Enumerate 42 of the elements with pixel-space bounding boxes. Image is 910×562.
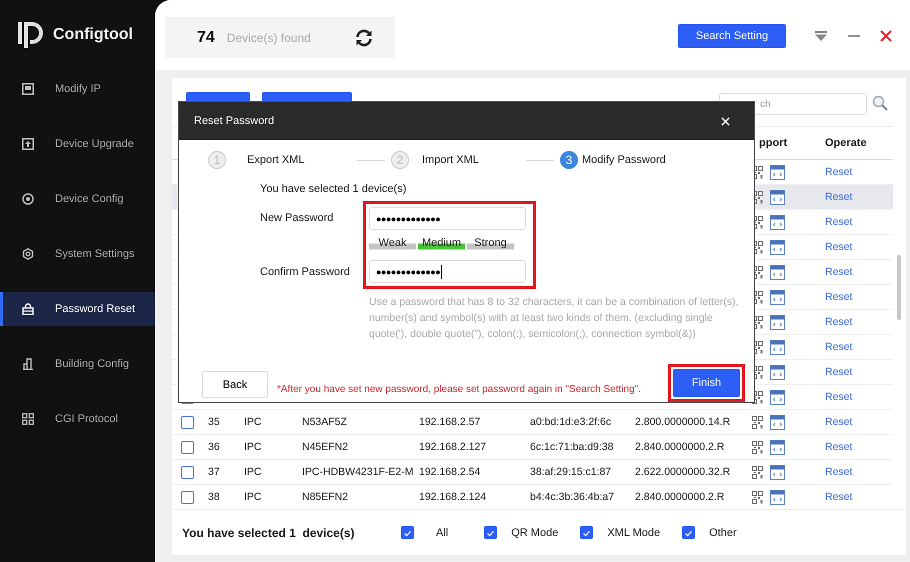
dialog-title: Reset Password [194,115,274,127]
table-cell: N85EFN2 [302,491,348,503]
column-header: pport [759,137,788,149]
table-cell: 38:af:29:15:c1:87 [530,466,612,478]
table-cell: N53AF5Z [302,416,347,428]
device-count-label: Device(s) found [226,30,311,44]
table-cell: 6c:1c:71:ba:d9:38 [530,441,614,453]
table-cell: IPC [244,441,262,453]
password-hint: Use a password that has 8 to 32 characters, it can be a combination of letter(s), number(s) and symbol(s) with at least two kinds of them. (excluding single quote('), double quote("), colon(:), semicolon(;), connection symbol(&)) [368,295,739,342]
strength-segment: Weak [369,236,416,250]
table-cell: 192.168.2.54 [419,466,480,478]
step-number: 3 [560,151,578,169]
table-cell: b4:4c:3b:36:4b:a7 [530,491,614,503]
field-label: Confirm Password [260,265,351,279]
step-label: Import XML [422,154,479,166]
table-cell: 192.168.2.57 [419,416,480,428]
warning-note: *After you have set new password, please set password again in "Search Setting". [277,384,641,395]
selection-text: You have selected 1 device(s) [259,182,408,195]
field-label: New Password [260,211,334,225]
table-cell: IPC [244,416,262,428]
table-cell: IPC [244,491,262,503]
table-cell: 2.622.0000000.32.R [635,466,730,478]
column-header: Operate [825,137,868,149]
table-cell: N45EFN2 [302,441,348,453]
strength-segment: Strong [467,236,514,250]
table-cell: 38 [208,491,220,503]
table-cell: IPC [244,466,262,478]
table-cell: 2.800.0000000.14.R [635,416,730,428]
table-cell: 37 [208,466,220,478]
step-label: Export XML [247,154,304,166]
selection-summary: You have selected 1 device(s) [182,526,356,540]
step-label: Modify Password [582,154,666,166]
table-cell: IPC-HDBW4231F-E2-M [302,466,414,478]
table-cell: 192.168.2.127 [419,441,486,453]
table-cell: 36 [208,441,220,453]
app-name: Configtool [53,26,133,44]
table-cell: 192.168.2.124 [419,491,486,503]
table-cell: a0:bd:1d:e3:2f:6c [530,416,612,428]
device-count: 74 [197,28,215,46]
table-cell: 35 [208,416,220,428]
table-cell: 2.840.0000000.2.R [635,441,724,453]
table-cell: 2.840.0000000.2.R [635,491,724,503]
